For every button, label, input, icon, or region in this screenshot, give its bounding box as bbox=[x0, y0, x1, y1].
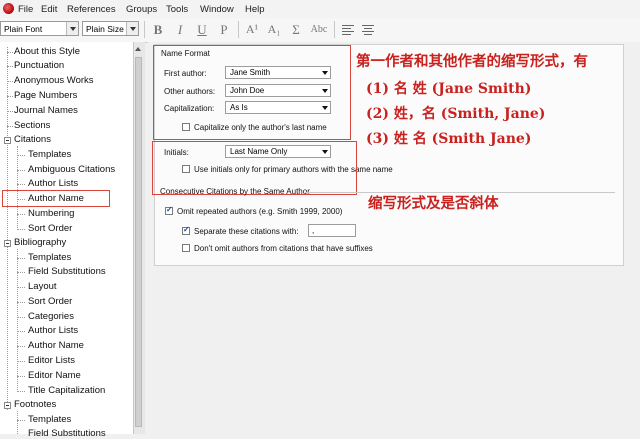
selected-item-highlight bbox=[2, 190, 110, 207]
font-select[interactable]: Plain Font bbox=[0, 21, 79, 36]
sidebar-item-bibliography-author-lists[interactable]: Author Lists bbox=[28, 325, 78, 336]
small-caps-button[interactable]: Abc bbox=[308, 22, 330, 37]
menu-window[interactable]: Window bbox=[200, 4, 234, 15]
annotation-line-4: (3) 姓 名 (Smith Jane) bbox=[366, 131, 532, 147]
plain-button[interactable]: P bbox=[216, 22, 232, 37]
tree-connector bbox=[17, 411, 18, 434]
underline-button[interactable]: U bbox=[194, 22, 210, 37]
sidebar-item-editor-lists[interactable]: Editor Lists bbox=[28, 355, 75, 366]
sidebar-item-citations[interactable]: Citations bbox=[14, 134, 51, 145]
consecutive-citations-group-title: Consecutive Citations by the Same Author bbox=[160, 187, 310, 196]
sidebar-item-field-substitutions[interactable]: Field Substitutions bbox=[28, 266, 106, 277]
menu-groups[interactable]: Groups bbox=[126, 4, 157, 15]
annotation-line-3: (2) 姓，名 (Smith, Jane) bbox=[366, 106, 546, 122]
sidebar-item-anonymous-works[interactable]: Anonymous Works bbox=[14, 75, 94, 86]
separator-input[interactable]: , bbox=[308, 224, 356, 237]
collapse-toggle-icon[interactable] bbox=[4, 137, 11, 144]
annotation-line-1: 第一作者和其他作者的缩写形式，有 bbox=[356, 53, 588, 70]
menu-edit[interactable]: Edit bbox=[41, 4, 57, 15]
collapse-toggle-icon[interactable] bbox=[4, 240, 11, 247]
collapse-toggle-icon[interactable] bbox=[4, 402, 11, 409]
superscript-button[interactable]: A¹ bbox=[244, 22, 260, 37]
name-format-highlight-box bbox=[153, 45, 351, 140]
bold-button[interactable]: B bbox=[150, 22, 166, 37]
sidebar-item-numbering[interactable]: Numbering bbox=[28, 208, 74, 219]
scroll-up-arrow-icon[interactable] bbox=[134, 44, 143, 54]
italic-button[interactable]: I bbox=[172, 22, 188, 37]
dont-omit-suffix-checkbox[interactable] bbox=[182, 244, 190, 252]
tree-connector bbox=[17, 146, 18, 230]
align-left-icon[interactable] bbox=[340, 22, 356, 37]
annotation-line-5: 缩写形式及是否斜体 bbox=[368, 195, 499, 212]
sidebar-item-punctuation[interactable]: Punctuation bbox=[14, 60, 64, 71]
menu-tools[interactable]: Tools bbox=[166, 4, 188, 15]
size-select[interactable]: Plain Size bbox=[82, 21, 139, 36]
app-logo-icon bbox=[3, 3, 14, 14]
sidebar-item-categories[interactable]: Categories bbox=[28, 311, 74, 322]
omit-repeated-authors-label: Omit repeated authors (e.g. Smith 1999, … bbox=[177, 207, 343, 216]
menu-references[interactable]: References bbox=[67, 4, 116, 15]
menu-file[interactable]: File bbox=[18, 4, 33, 15]
omit-repeated-authors-checkbox[interactable] bbox=[165, 205, 173, 215]
scrollbar-thumb[interactable] bbox=[135, 57, 142, 427]
align-center-icon[interactable] bbox=[360, 22, 376, 37]
sidebar-item-editor-name[interactable]: Editor Name bbox=[28, 370, 81, 381]
tree-connector bbox=[7, 47, 8, 410]
separate-citations-label: Separate these citations with: bbox=[194, 227, 299, 236]
sidebar-item-footnotes[interactable]: Footnotes bbox=[14, 399, 56, 410]
sidebar-item-sections[interactable]: Sections bbox=[14, 120, 50, 131]
sidebar-item-about-this-style[interactable]: About this Style bbox=[14, 46, 80, 57]
chevron-down-icon bbox=[66, 22, 78, 35]
toolbar-divider bbox=[238, 21, 239, 38]
sidebar-item-layout[interactable]: Layout bbox=[28, 281, 57, 292]
tree-connector bbox=[17, 249, 18, 392]
symbol-button[interactable]: Σ bbox=[288, 22, 304, 37]
sidebar-item-ambiguous-citations[interactable]: Ambiguous Citations bbox=[28, 164, 115, 175]
sidebar-item-bibliography-author-name[interactable]: Author Name bbox=[28, 340, 84, 351]
sidebar-item-bibliography-sort-order[interactable]: Sort Order bbox=[28, 296, 72, 307]
toolbar-divider bbox=[334, 21, 335, 38]
format-toolbar: Plain Font Plain Size B I U P A¹ A₁ Σ Ab… bbox=[0, 18, 640, 43]
sidebar-item-footnotes-templates[interactable]: Templates bbox=[28, 414, 71, 425]
chevron-down-icon bbox=[126, 22, 138, 35]
menu-help[interactable]: Help bbox=[245, 4, 265, 15]
subscript-button[interactable]: A₁ bbox=[266, 22, 282, 37]
sidebar-item-journal-names[interactable]: Journal Names bbox=[14, 105, 78, 116]
sidebar-item-title-capitalization[interactable]: Title Capitalization bbox=[28, 385, 105, 396]
sidebar-item-citations-sort-order[interactable]: Sort Order bbox=[28, 223, 72, 234]
sidebar-item-citations-templates[interactable]: Templates bbox=[28, 149, 71, 160]
sidebar-item-bibliography[interactable]: Bibliography bbox=[14, 237, 66, 248]
menu-bar: File Edit References Groups Tools Window… bbox=[0, 0, 640, 19]
sidebar-item-bibliography-templates[interactable]: Templates bbox=[28, 252, 71, 263]
annotation-line-2: (1) 名 姓 (Jane Smith) bbox=[366, 81, 532, 97]
toolbar-divider bbox=[144, 21, 145, 38]
separate-citations-checkbox[interactable] bbox=[182, 225, 190, 235]
sidebar-item-page-numbers[interactable]: Page Numbers bbox=[14, 90, 77, 101]
sidebar-item-citations-author-lists[interactable]: Author Lists bbox=[28, 178, 78, 189]
dont-omit-suffix-label: Don't omit authors from citations that h… bbox=[194, 244, 373, 253]
